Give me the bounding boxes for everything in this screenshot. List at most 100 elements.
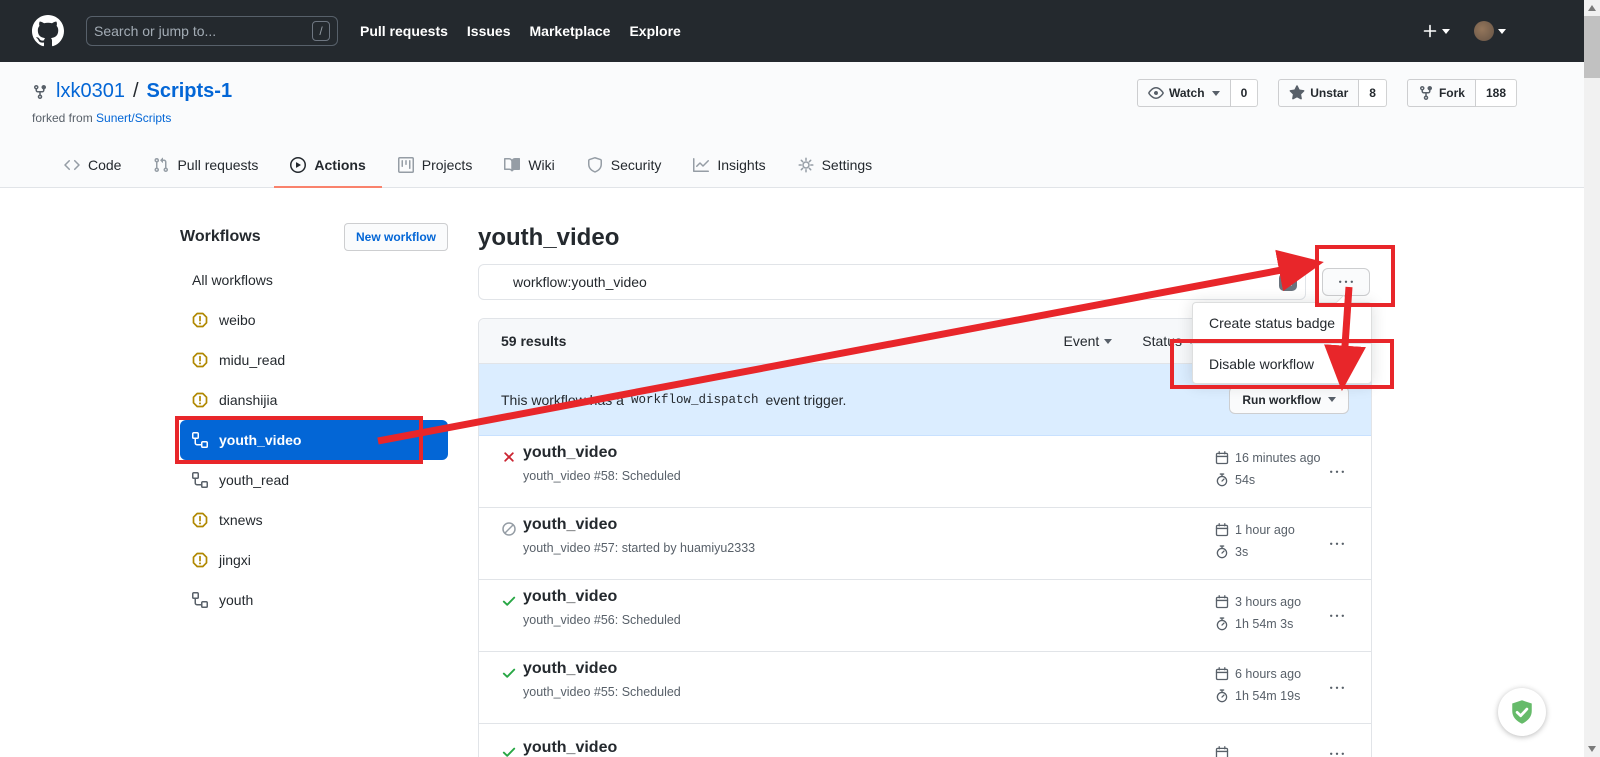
unstar-button[interactable]: Unstar	[1278, 79, 1359, 107]
github-logo-icon[interactable]	[32, 15, 64, 47]
status-filter-dropdown[interactable]: Status	[1142, 333, 1195, 349]
nav-issues[interactable]: Issues	[467, 23, 511, 39]
repository-title: lxk0301 / Scripts-1	[32, 80, 232, 103]
fork-button[interactable]: Fork	[1407, 79, 1476, 107]
alert-octagon-icon	[192, 552, 208, 568]
global-search-input[interactable]	[94, 23, 312, 39]
star-icon	[1289, 85, 1305, 101]
repo-tab-bar: Code Pull requests Actions Projects Wiki…	[48, 144, 888, 188]
sidebar-item-jingxi[interactable]: jingxi	[180, 540, 448, 580]
graph-icon	[693, 157, 709, 173]
tab-code[interactable]: Code	[48, 144, 137, 188]
github-actions-page: / Pull requests Issues Marketplace Explo…	[0, 0, 1600, 757]
new-workflow-button[interactable]: New workflow	[344, 223, 448, 251]
tab-label: Security	[611, 157, 662, 173]
success-check-icon	[501, 744, 517, 757]
run-workflow-button[interactable]: Run workflow	[1229, 386, 1349, 414]
run-title-link[interactable]: youth_video	[523, 660, 617, 678]
run-options-button[interactable]	[1329, 536, 1345, 552]
tab-wiki[interactable]: Wiki	[488, 144, 570, 188]
run-duration: 54s	[1235, 473, 1255, 487]
run-meta	[1215, 742, 1235, 757]
sidebar-item-youth-read[interactable]: youth_read	[180, 460, 448, 500]
workflow-run-row: youth_video youth_video #57: started by …	[479, 508, 1371, 580]
run-title-link[interactable]: youth_video	[523, 588, 617, 606]
gear-icon	[798, 157, 814, 173]
scrollbar-up-button[interactable]	[1584, 0, 1600, 16]
sidebar-item-txnews[interactable]: txnews	[180, 500, 448, 540]
run-options-button[interactable]	[1329, 608, 1345, 624]
menu-item-disable-workflow[interactable]: Disable workflow	[1193, 343, 1371, 383]
run-title-link[interactable]: youth_video	[523, 444, 617, 462]
menu-item-create-status-badge[interactable]: Create status badge	[1193, 303, 1371, 343]
run-time: 1 hour ago	[1235, 523, 1295, 537]
workflow-label: youth_read	[219, 472, 289, 488]
workflows-sidebar: Workflows New workflow All workflows wei…	[180, 222, 448, 620]
scrollbar-down-button[interactable]	[1584, 741, 1600, 757]
watch-button[interactable]: Watch	[1137, 79, 1231, 107]
eye-icon	[1148, 85, 1164, 101]
chevron-down-icon	[1498, 29, 1506, 34]
avatar[interactable]	[1474, 21, 1494, 41]
repository-header: lxk0301 / Scripts-1 forked from Sunert/S…	[0, 62, 1584, 188]
repo-owner-link[interactable]: lxk0301	[56, 80, 125, 103]
tab-insights[interactable]: Insights	[677, 144, 781, 188]
watch-label: Watch	[1169, 86, 1205, 100]
scrollbar-thumb[interactable]	[1584, 16, 1600, 78]
create-new-button[interactable]	[1422, 23, 1450, 39]
chevron-down-icon	[1104, 339, 1112, 344]
event-filter-dropdown[interactable]: Event	[1063, 333, 1112, 349]
git-pull-request-icon	[153, 157, 169, 173]
run-title-link[interactable]: youth_video	[523, 516, 617, 534]
calendar-icon	[1215, 595, 1229, 609]
tab-actions[interactable]: Actions	[274, 144, 381, 188]
star-count[interactable]: 8	[1359, 79, 1387, 107]
nav-explore[interactable]: Explore	[629, 23, 680, 39]
page-scrollbar[interactable]	[1584, 0, 1600, 757]
sidebar-item-youth[interactable]: youth	[180, 580, 448, 620]
sidebar-item-weibo[interactable]: weibo	[180, 300, 448, 340]
run-options-button[interactable]	[1329, 680, 1345, 696]
nav-pull-requests[interactable]: Pull requests	[360, 23, 448, 39]
workflow-options-button[interactable]	[1322, 268, 1370, 296]
x-icon	[1283, 277, 1294, 288]
watch-count[interactable]: 0	[1231, 79, 1259, 107]
repo-separator: /	[133, 80, 139, 103]
shield-check-icon	[1509, 699, 1535, 725]
sidebar-item-youth-video[interactable]: youth_video	[180, 420, 448, 460]
repo-action-buttons: Watch 0 Unstar 8 Fork 188	[1137, 79, 1517, 107]
repo-name-link[interactable]: Scripts-1	[147, 80, 233, 103]
banner-text: This workflow has a	[501, 392, 624, 408]
workflow-options-menu: Create status badge Disable workflow	[1192, 302, 1372, 384]
tab-pull-requests[interactable]: Pull requests	[137, 144, 274, 188]
repo-forked-icon	[32, 84, 48, 100]
workflow-label: All workflows	[192, 272, 273, 288]
nav-marketplace[interactable]: Marketplace	[530, 23, 611, 39]
sidebar-item-midu-read[interactable]: midu_read	[180, 340, 448, 380]
run-options-button[interactable]	[1329, 464, 1345, 480]
repo-forked-icon	[1418, 85, 1434, 101]
tab-label: Code	[88, 157, 121, 173]
banner-text: event trigger.	[765, 392, 846, 408]
run-title-link[interactable]: youth_video	[523, 739, 617, 757]
sidebar-item-all-workflows[interactable]: All workflows	[180, 260, 448, 300]
user-menu-button[interactable]	[1474, 21, 1506, 41]
run-options-button[interactable]	[1329, 746, 1345, 757]
fork-source-link[interactable]: Sunert/Scripts	[96, 111, 171, 125]
slash-shortcut-hint: /	[312, 21, 330, 41]
clear-filter-button[interactable]	[1279, 273, 1297, 291]
global-search-box[interactable]: /	[86, 16, 338, 46]
run-time: 6 hours ago	[1235, 667, 1301, 681]
sidebar-item-dianshijia[interactable]: dianshijia	[180, 380, 448, 420]
fork-count[interactable]: 188	[1476, 79, 1517, 107]
workflow-label: dianshijia	[219, 392, 277, 408]
success-check-icon	[501, 665, 517, 681]
tab-security[interactable]: Security	[571, 144, 678, 188]
chevron-down-icon	[1328, 397, 1336, 402]
browser-extension-badge[interactable]	[1498, 688, 1546, 736]
tab-settings[interactable]: Settings	[782, 144, 889, 188]
top-navigation-bar: / Pull requests Issues Marketplace Explo…	[0, 0, 1584, 62]
alert-octagon-icon	[192, 392, 208, 408]
tab-projects[interactable]: Projects	[382, 144, 489, 188]
runs-filter-input[interactable]	[478, 264, 1306, 300]
